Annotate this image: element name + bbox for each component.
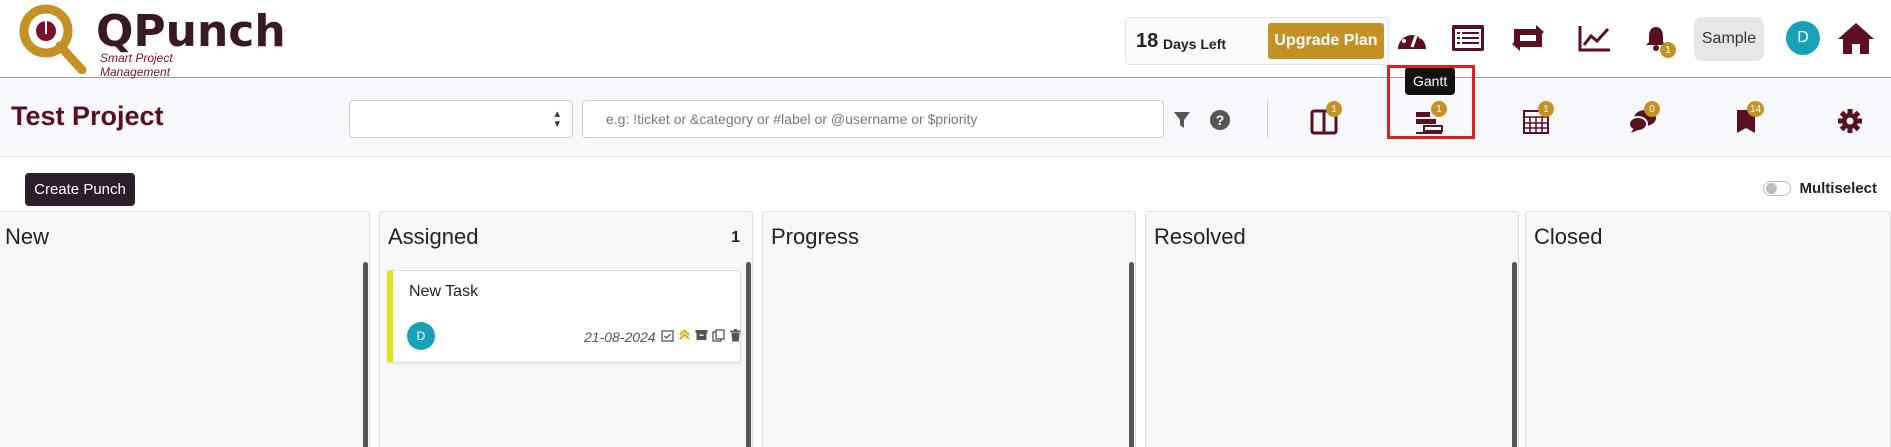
archive-icon[interactable] [694,328,708,342]
column-progress: Progress [762,211,1136,447]
column-assigned: Assigned 1 New Task D 21-08-2024 [379,211,753,447]
calendar-icon[interactable]: 1 [1516,101,1556,141]
column-scrollbar[interactable] [1129,262,1134,447]
create-punch-button[interactable]: Create Punch [25,173,135,206]
multiselect-switch[interactable] [1763,181,1792,196]
calendar-badge: 1 [1538,101,1554,117]
multiselect-toggle[interactable]: Multiselect [1763,180,1877,197]
column-count: 1 [731,229,740,246]
bell-icon[interactable]: 1 [1636,18,1676,58]
chart-line-icon[interactable] [1575,18,1615,58]
card-assignee-avatar: D [407,322,435,350]
logo-text: QPunch [96,6,286,57]
column-new: New [0,211,370,447]
svg-text:?: ? [1216,112,1225,128]
home-icon[interactable] [1836,18,1876,58]
trial-days-count: 18 [1136,30,1159,52]
user-avatar[interactable]: D [1786,21,1820,55]
gantt-badge: 1 [1431,101,1447,117]
trial-status: 18 Days Left Upgrade Plan [1125,17,1389,65]
trash-icon[interactable] [728,328,742,342]
help-icon[interactable]: ? [1200,100,1240,140]
column-scrollbar[interactable] [1512,262,1517,447]
chat-badge: 0 [1644,101,1660,117]
settings-gear-icon[interactable] [1830,101,1870,141]
upgrade-plan-button[interactable]: Upgrade Plan [1268,23,1384,59]
kanban-board: Create Punch Multiselect New Assigned 1 … [0,158,1891,447]
multiselect-label: Multiselect [1799,180,1877,197]
card-actions [660,328,742,342]
book-icon[interactable]: 14 [1727,101,1767,141]
column-title: Closed [1534,224,1603,249]
column-resolved: Resolved [1145,211,1519,447]
project-toolbar: Test Project ▴▾ ? 1 Gantt 1 1 0 14 [0,65,1891,157]
user-menu-button[interactable]: Sample [1694,17,1764,61]
calendar-check-icon[interactable] [660,328,674,342]
logo-key-icon [19,4,87,75]
search-input[interactable] [582,100,1164,138]
sync-icon[interactable] [1508,18,1548,58]
logo-subtitle: Smart Project Management [100,51,173,79]
top-navbar: QPunch Smart Project Management 18 Days … [0,0,1891,79]
board-badge: 1 [1326,101,1342,117]
app-logo[interactable]: QPunch Smart Project Management [16,4,286,79]
card-title: New Task [409,283,479,300]
page-title: Test Project [11,101,164,131]
board-icon[interactable]: 1 [1304,101,1344,141]
list-icon[interactable] [1448,18,1488,58]
book-badge: 14 [1747,101,1765,117]
card-due-date: 21-08-2024 [584,329,656,345]
punch-card[interactable]: New Task D 21-08-2024 [387,270,741,363]
column-title: Assigned [388,224,479,249]
column-closed: Closed [1525,211,1891,447]
toolbar-divider [1267,100,1268,138]
column-title: Progress [771,224,860,249]
dashboard-icon[interactable] [1392,18,1432,58]
column-scrollbar[interactable] [363,262,368,447]
column-title: New [5,224,50,249]
select-arrows-icon: ▴ ▾ [554,108,560,130]
filter-icon[interactable] [1162,100,1202,140]
filter-select[interactable]: ▴ ▾ [349,100,573,138]
column-title: Resolved [1154,224,1246,249]
copy-icon[interactable] [711,328,725,342]
notification-badge: 1 [1660,42,1676,58]
priority-up-icon [677,328,691,342]
trial-days-label: Days Left [1163,36,1227,52]
column-scrollbar[interactable] [746,262,751,447]
gantt-icon[interactable]: 1 [1409,101,1449,141]
chat-icon[interactable]: 0 [1622,101,1662,141]
